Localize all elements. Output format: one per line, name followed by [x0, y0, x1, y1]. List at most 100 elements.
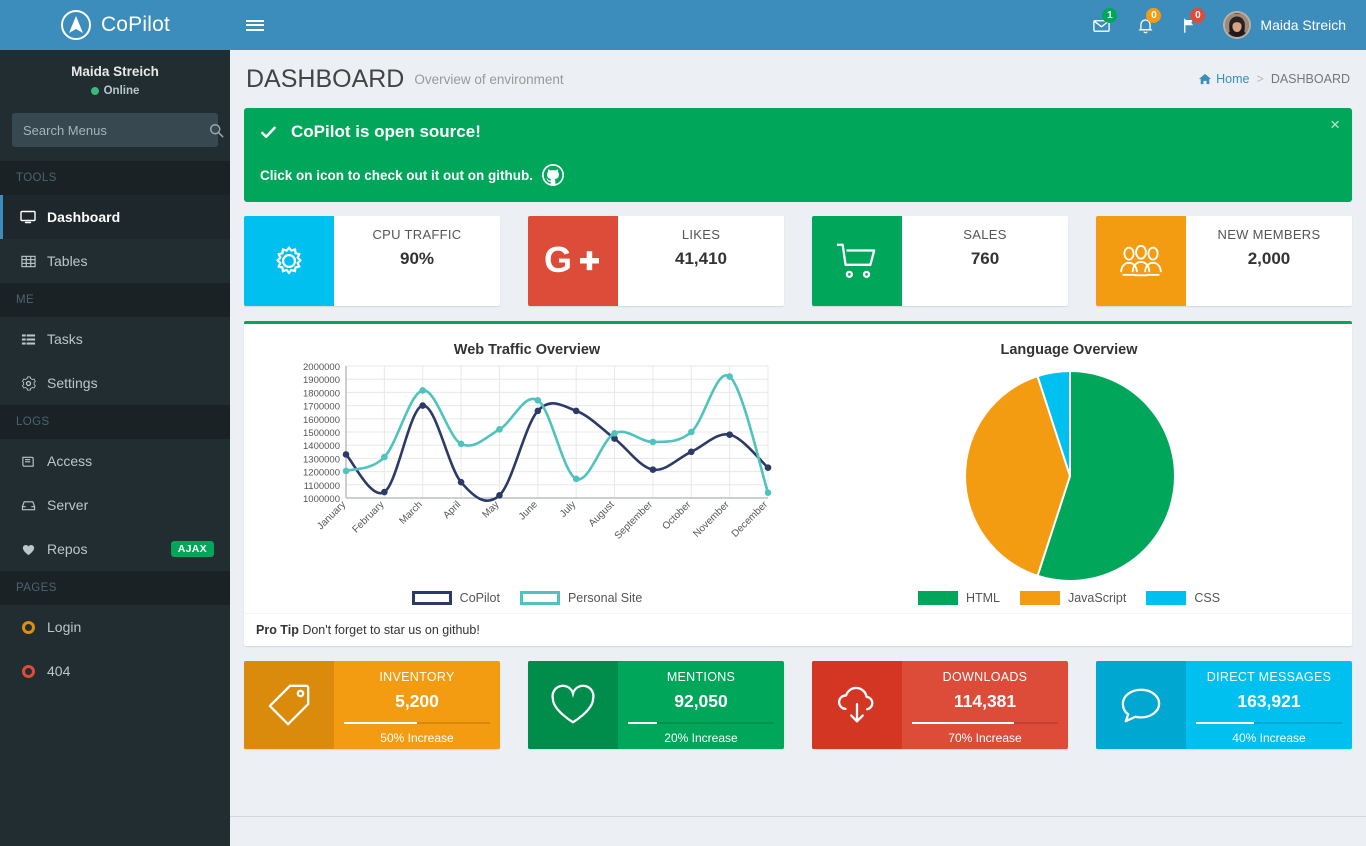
- sidebar-item-access[interactable]: Access: [0, 439, 230, 483]
- small-box-desc: 50% Increase: [380, 731, 454, 745]
- circle-o-icon: [19, 664, 37, 678]
- svg-text:1100000: 1100000: [304, 481, 340, 492]
- small-box-content: MENTIONS 92,050 20% Increase: [618, 661, 784, 749]
- hamburger-icon[interactable]: [230, 0, 280, 50]
- svg-text:April: April: [441, 499, 463, 521]
- info-box-content: SALES 760: [902, 216, 1068, 306]
- tasks-badge: 0: [1190, 8, 1206, 23]
- svg-text:2000000: 2000000: [303, 362, 340, 373]
- progress-bar: [912, 722, 1058, 724]
- close-icon[interactable]: ×: [1330, 116, 1340, 133]
- desktop-icon: [19, 209, 37, 225]
- svg-text:October: October: [660, 499, 693, 532]
- sidebar-item-label: Tasks: [47, 331, 83, 347]
- legend-label: CSS: [1194, 591, 1221, 605]
- info-box-likes[interactable]: G LIKES 41,410: [528, 216, 784, 306]
- content-body: × CoPilot is open source! Click on icon …: [230, 108, 1366, 749]
- brand-logo-link[interactable]: CoPilot: [0, 0, 230, 50]
- small-box-text: MENTIONS: [666, 670, 736, 684]
- bottom-strip: [230, 816, 1366, 846]
- info-box-text: NEW MEMBERS: [1217, 227, 1321, 242]
- small-box-downloads[interactable]: DOWNLOADS 114,381 70% Increase: [812, 661, 1068, 749]
- inbox-icon: [19, 498, 37, 513]
- legend-item-copilot[interactable]: CoPilot: [411, 591, 500, 605]
- cloud-download-icon: [812, 661, 902, 749]
- sidebar-item-server[interactable]: Server: [0, 483, 230, 527]
- shopping-cart-icon: [812, 216, 902, 306]
- sidebar-item-tables[interactable]: Tables: [0, 239, 230, 283]
- legend-label: JavaScript: [1067, 591, 1127, 605]
- sidebar-item-login[interactable]: Login: [0, 605, 230, 649]
- top-navbar: 1 0 0 Maida Streich: [230, 0, 1366, 50]
- svg-text:1900000: 1900000: [303, 375, 340, 386]
- svg-text:G: G: [544, 241, 572, 280]
- legend-item-css[interactable]: CSS: [1146, 591, 1220, 605]
- home-icon: [1199, 73, 1212, 85]
- table-icon: [19, 254, 37, 269]
- menu-header-me: ME: [0, 283, 230, 317]
- pro-tip-text: Don't forget to star us on github!: [298, 623, 480, 637]
- sidebar-item-repos[interactable]: Repos AJAX: [0, 527, 230, 571]
- search-button[interactable]: [209, 114, 224, 146]
- language-overview-chart: Language Overview HTML JavaScript CSS: [798, 336, 1340, 613]
- small-box-direct-messages[interactable]: DIRECT MESSAGES 163,921 40% Increase: [1096, 661, 1352, 749]
- web-traffic-chart: Web Traffic Overview 1000000 1100000 12000…: [256, 336, 798, 613]
- sidebar-item-tasks[interactable]: Tasks: [0, 317, 230, 361]
- tag-icon: [244, 661, 334, 749]
- info-box-cpu-traffic[interactable]: CPU TRAFFIC 90%: [244, 216, 500, 306]
- sidebar-item-label: Access: [47, 453, 93, 469]
- avatar: [1223, 11, 1252, 39]
- notifications-badge: 0: [1146, 8, 1162, 23]
- svg-text:1800000: 1800000: [303, 388, 340, 399]
- sidebar-item-dashboard[interactable]: Dashboard: [0, 195, 230, 239]
- list-icon: [19, 332, 37, 347]
- svg-text:May: May: [480, 499, 501, 520]
- notifications-menu[interactable]: 0: [1123, 0, 1167, 50]
- svg-text:1700000: 1700000: [303, 402, 340, 413]
- small-box-text: DOWNLOADS: [942, 670, 1028, 684]
- small-box-inventory[interactable]: INVENTORY 5,200 50% Increase: [244, 661, 500, 749]
- info-box-number: 760: [970, 249, 1000, 268]
- info-box-sales[interactable]: SALES 760: [812, 216, 1068, 306]
- info-box-content: CPU TRAFFIC 90%: [334, 216, 500, 306]
- pie-chart-canvas[interactable]: [798, 358, 1338, 583]
- svg-text:March: March: [397, 499, 424, 526]
- svg-text:1200000: 1200000: [303, 468, 340, 479]
- tasks-menu[interactable]: 0: [1167, 0, 1211, 50]
- small-box-content: INVENTORY 5,200 50% Increase: [334, 661, 500, 749]
- sidebar-item-404[interactable]: 404: [0, 649, 230, 693]
- google-plus-icon: G: [528, 216, 618, 306]
- user-menu[interactable]: Maida Streich: [1211, 11, 1352, 39]
- svg-text:1500000: 1500000: [303, 428, 340, 439]
- search-icon: [209, 123, 224, 138]
- messages-menu[interactable]: 1: [1079, 0, 1123, 50]
- open-source-callout: × CoPilot is open source! Click on icon …: [244, 108, 1352, 202]
- svg-text:July: July: [558, 499, 578, 519]
- book-icon: [19, 454, 37, 469]
- callout-title-row: CoPilot is open source!: [260, 122, 1336, 142]
- breadcrumb: Home > DASHBOARD: [1199, 72, 1350, 86]
- line-chart-canvas[interactable]: 1000000 1100000 1200000 1300000 1400000 15000…: [256, 358, 796, 583]
- legend-item-personal-site[interactable]: Personal Site: [519, 591, 642, 605]
- small-box-text: DIRECT MESSAGES: [1206, 670, 1332, 684]
- info-box-new-members[interactable]: NEW MEMBERS 2,000: [1096, 216, 1352, 306]
- menu-header-pages: PAGES: [0, 571, 230, 605]
- dashboard-page: CoPilot Maida Streich Online TOOLS: [0, 0, 1366, 846]
- sidebar-search[interactable]: [12, 113, 224, 147]
- sidebar-item-settings[interactable]: Settings: [0, 361, 230, 405]
- small-box-mentions[interactable]: MENTIONS 92,050 20% Increase: [528, 661, 784, 749]
- sidebar-user-status: Online: [14, 85, 216, 97]
- breadcrumb-separator: >: [1256, 72, 1264, 86]
- github-icon[interactable]: [542, 164, 564, 186]
- legend-item-javascript[interactable]: JavaScript: [1019, 591, 1127, 605]
- svg-text:1600000: 1600000: [303, 415, 340, 426]
- breadcrumb-home[interactable]: Home: [1199, 72, 1250, 86]
- menu-header-logs: LOGS: [0, 405, 230, 439]
- info-box-number: 2,000: [1247, 249, 1291, 268]
- search-input[interactable]: [13, 122, 209, 138]
- gear-icon: [19, 376, 37, 391]
- sidebar-item-label: Repos: [47, 541, 88, 557]
- svg-text:1300000: 1300000: [303, 454, 340, 465]
- legend-item-html[interactable]: HTML: [917, 591, 1000, 605]
- sidebar-user-status-label: Online: [103, 85, 140, 97]
